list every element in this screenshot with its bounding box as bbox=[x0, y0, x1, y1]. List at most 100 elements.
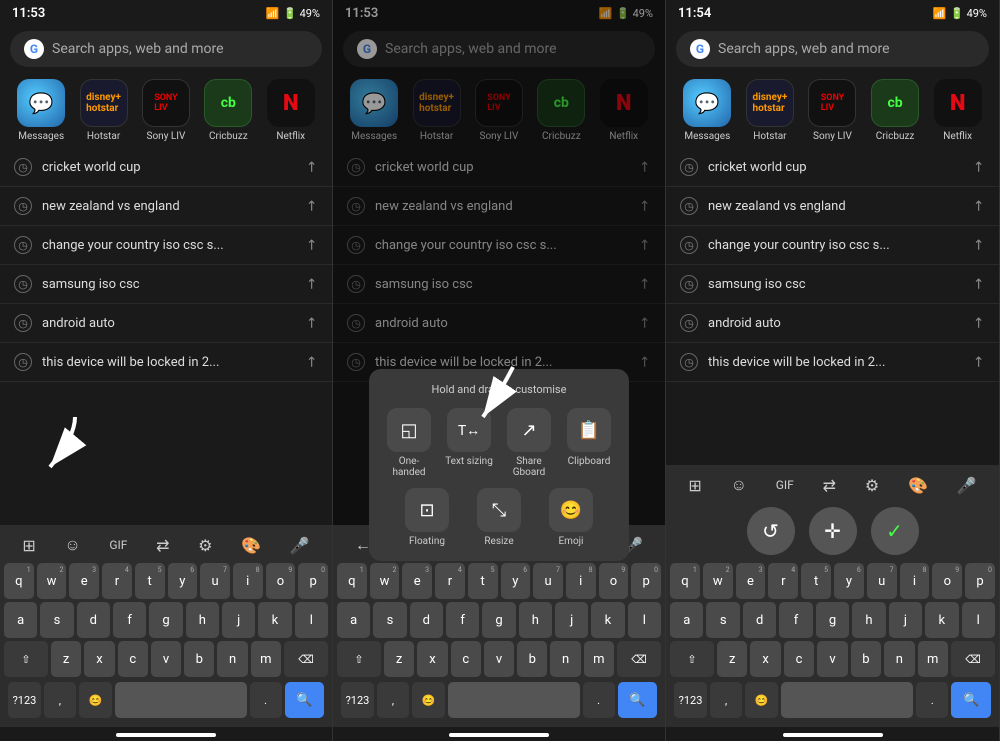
key-emoji-btn[interactable]: 😊 bbox=[79, 682, 112, 718]
toolbar-grid-1[interactable]: ⊞ bbox=[18, 534, 39, 557]
context-resize[interactable]: ⤡ Resize bbox=[467, 488, 531, 547]
key-z[interactable]: z bbox=[51, 641, 81, 677]
key-emoji-btn-2[interactable]: 😊 bbox=[412, 682, 445, 718]
key-space-3[interactable] bbox=[781, 682, 913, 718]
suggestion-nz-3[interactable]: new zealand vs england ↗ bbox=[666, 187, 999, 226]
key-q-3[interactable]: q1 bbox=[670, 563, 700, 599]
app-messages-1[interactable]: 💬 Messages bbox=[17, 79, 65, 142]
key-f[interactable]: f bbox=[113, 602, 146, 638]
key-p[interactable]: p0 bbox=[298, 563, 328, 599]
key-delete-3[interactable]: ⌫ bbox=[951, 641, 995, 677]
context-emoji[interactable]: 😊 Emoji bbox=[539, 488, 603, 547]
key-x-3[interactable]: x bbox=[750, 641, 780, 677]
key-x[interactable]: x bbox=[84, 641, 114, 677]
suggestion-android-3[interactable]: android auto ↗ bbox=[666, 304, 999, 343]
suggestion-samsung-1[interactable]: samsung iso csc ↗ bbox=[0, 265, 332, 304]
key-comma-2[interactable]: , bbox=[377, 682, 409, 718]
key-c[interactable]: c bbox=[118, 641, 148, 677]
key-u-2[interactable]: u7 bbox=[533, 563, 563, 599]
suggestion-nz-1[interactable]: new zealand vs england ↗ bbox=[0, 187, 332, 226]
key-period-2[interactable]: . bbox=[583, 682, 615, 718]
key-t[interactable]: t5 bbox=[135, 563, 165, 599]
key-space-2[interactable] bbox=[448, 682, 580, 718]
key-r-3[interactable]: r4 bbox=[768, 563, 798, 599]
key-shift[interactable]: ⇧ bbox=[4, 641, 48, 677]
key-m[interactable]: m bbox=[251, 641, 281, 677]
key-d-3[interactable]: d bbox=[743, 602, 776, 638]
key-v-3[interactable]: v bbox=[817, 641, 847, 677]
app-sonyliv-3[interactable]: SONYLIV Sony LIV bbox=[808, 79, 856, 142]
key-g-3[interactable]: g bbox=[816, 602, 849, 638]
toolbar-gif-1[interactable]: GIF bbox=[105, 536, 131, 554]
suggestion-cricket-1[interactable]: cricket world cup ↗ bbox=[0, 148, 332, 187]
key-n-2[interactable]: n bbox=[550, 641, 580, 677]
key-k[interactable]: k bbox=[258, 602, 291, 638]
suggestion-samsung-3[interactable]: samsung iso csc ↗ bbox=[666, 265, 999, 304]
key-q-2[interactable]: q1 bbox=[337, 563, 367, 599]
key-search[interactable]: 🔍 bbox=[285, 682, 325, 718]
key-period[interactable]: . bbox=[250, 682, 282, 718]
key-shift-2[interactable]: ⇧ bbox=[337, 641, 381, 677]
toolbar-emoji-3[interactable]: ☺ bbox=[727, 473, 751, 497]
key-b-2[interactable]: b bbox=[517, 641, 547, 677]
key-v-2[interactable]: v bbox=[484, 641, 514, 677]
key-i-2[interactable]: i8 bbox=[566, 563, 596, 599]
key-g[interactable]: g bbox=[149, 602, 182, 638]
key-x-2[interactable]: x bbox=[417, 641, 447, 677]
toolbar-translate-1[interactable]: ⇄ bbox=[152, 534, 173, 557]
key-k-3[interactable]: k bbox=[925, 602, 958, 638]
key-a-3[interactable]: a bbox=[670, 602, 703, 638]
toolbar-settings-1[interactable]: ⚙ bbox=[194, 534, 216, 557]
key-d-2[interactable]: d bbox=[410, 602, 443, 638]
key-l-2[interactable]: l bbox=[628, 602, 661, 638]
context-share-gboard[interactable]: ↗ Share Gboard bbox=[503, 408, 555, 478]
key-r-2[interactable]: r4 bbox=[435, 563, 465, 599]
key-w-2[interactable]: w2 bbox=[370, 563, 400, 599]
app-netflix-1[interactable]: N Netflix bbox=[267, 79, 315, 142]
key-s[interactable]: s bbox=[40, 602, 73, 638]
key-u-3[interactable]: u7 bbox=[867, 563, 897, 599]
key-p-3[interactable]: p0 bbox=[965, 563, 995, 599]
key-n-3[interactable]: n bbox=[884, 641, 914, 677]
key-period-3[interactable]: . bbox=[916, 682, 948, 718]
key-symbols-2[interactable]: ?123 bbox=[341, 682, 374, 718]
key-w[interactable]: w2 bbox=[37, 563, 67, 599]
key-q[interactable]: q1 bbox=[4, 563, 34, 599]
toolbar-mic-1[interactable]: 🎤 bbox=[286, 534, 314, 557]
key-search-2[interactable]: 🔍 bbox=[618, 682, 658, 718]
context-floating[interactable]: ⊡ Floating bbox=[395, 488, 459, 547]
app-cricbuzz-3[interactable]: cb Cricbuzz bbox=[871, 79, 919, 142]
key-s-3[interactable]: s bbox=[706, 602, 739, 638]
key-l[interactable]: l bbox=[295, 602, 328, 638]
key-symbols[interactable]: ?123 bbox=[8, 682, 41, 718]
key-comma-3[interactable]: , bbox=[710, 682, 742, 718]
key-o[interactable]: o9 bbox=[266, 563, 296, 599]
key-t-2[interactable]: t5 bbox=[468, 563, 498, 599]
suggestion-csc-3[interactable]: change your country iso csc s... ↗ bbox=[666, 226, 999, 265]
toolbar-grid-3[interactable]: ⊞ bbox=[684, 474, 705, 497]
key-k-2[interactable]: k bbox=[591, 602, 624, 638]
context-one-handed[interactable]: ◱ One-handed bbox=[383, 408, 435, 478]
search-bar-1[interactable]: G Search apps, web and more bbox=[10, 31, 322, 67]
app-cricbuzz-1[interactable]: cb Cricbuzz bbox=[204, 79, 252, 142]
app-sonyliv-1[interactable]: SONYLIV Sony LIV bbox=[142, 79, 190, 142]
key-b[interactable]: b bbox=[184, 641, 214, 677]
key-symbols-3[interactable]: ?123 bbox=[674, 682, 707, 718]
key-f-3[interactable]: f bbox=[779, 602, 812, 638]
key-u[interactable]: u7 bbox=[200, 563, 230, 599]
search-bar-3[interactable]: G Search apps, web and more bbox=[676, 31, 989, 67]
key-z-3[interactable]: z bbox=[717, 641, 747, 677]
suggestion-cricket-3[interactable]: cricket world cup ↗ bbox=[666, 148, 999, 187]
key-i[interactable]: i8 bbox=[233, 563, 263, 599]
key-b-3[interactable]: b bbox=[851, 641, 881, 677]
key-j-3[interactable]: j bbox=[889, 602, 922, 638]
key-o-3[interactable]: o9 bbox=[932, 563, 962, 599]
action-confirm[interactable]: ✓ bbox=[871, 507, 919, 555]
key-y-3[interactable]: y6 bbox=[834, 563, 864, 599]
key-c-2[interactable]: c bbox=[451, 641, 481, 677]
suggestion-lock-3[interactable]: this device will be locked in 2... ↗ bbox=[666, 343, 999, 382]
key-e-2[interactable]: e3 bbox=[402, 563, 432, 599]
context-clipboard[interactable]: 📋 Clipboard bbox=[563, 408, 615, 478]
key-e-3[interactable]: e3 bbox=[736, 563, 766, 599]
key-c-3[interactable]: c bbox=[784, 641, 814, 677]
